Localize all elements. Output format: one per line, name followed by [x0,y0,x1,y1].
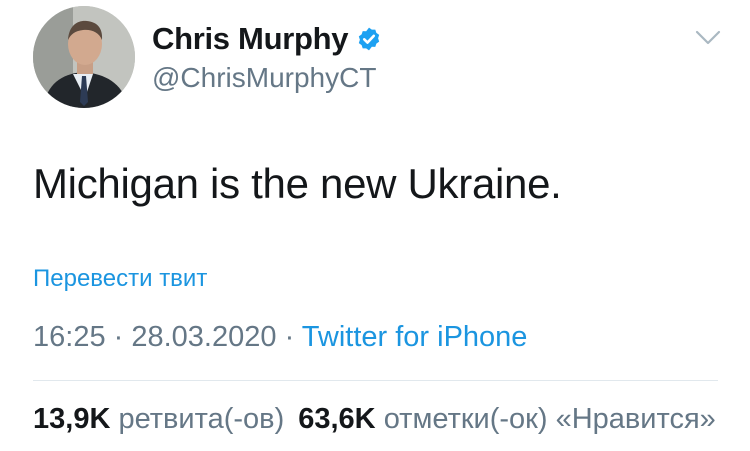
tweet-time[interactable]: 16:25 [33,321,106,353]
chevron-down-icon[interactable] [694,28,722,48]
retweets-count: 13,9K [33,403,111,435]
meta-separator: · [276,321,302,353]
tweet-card: Chris Murphy @ChrisMurphyCT Michigan is … [0,0,750,451]
display-name[interactable]: Chris Murphy [152,21,349,57]
likes-stat[interactable]: 63,6K отметки(-ок) «Нравится» [298,403,716,435]
tweet-stats: 13,9K ретвита(-ов) 63,6K отметки(-ок) «Нр… [33,403,750,436]
retweets-label: ретвита(-ов) [118,403,285,435]
tweet-source-link[interactable]: Twitter for iPhone [302,321,528,353]
tweet-date[interactable]: 28.03.2020 [131,321,276,353]
meta-separator: · [105,321,132,353]
tweet-text: Michigan is the new Ukraine. [33,160,562,207]
avatar[interactable] [33,6,135,108]
translate-tweet-link[interactable]: Перевести твит [33,265,207,293]
likes-count: 63,6K [298,403,376,435]
tweet-meta: 16:25 · 28.03.2020 · Twitter for iPhone [33,321,527,354]
avatar-photo [33,6,135,108]
author-handle[interactable]: @ChrisMurphyCT [152,62,376,94]
verified-badge-icon [356,26,382,52]
author-name-row[interactable]: Chris Murphy [152,21,382,57]
divider [33,380,718,381]
retweets-stat[interactable]: 13,9K ретвита(-ов) [33,403,284,435]
likes-label: отметки(-ок) «Нравится» [383,403,716,435]
